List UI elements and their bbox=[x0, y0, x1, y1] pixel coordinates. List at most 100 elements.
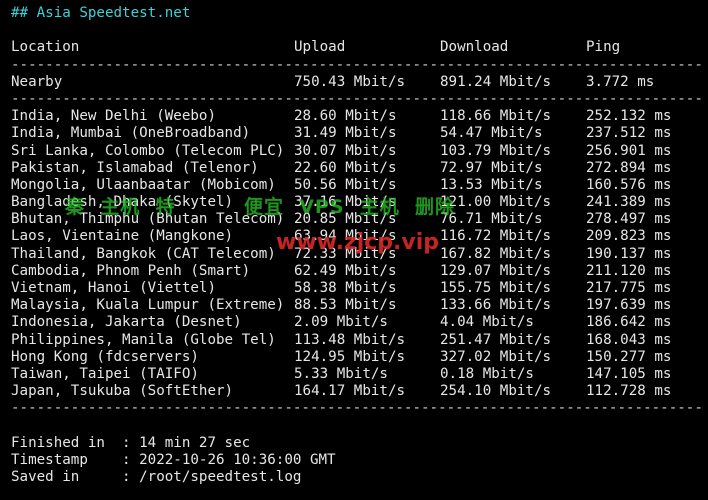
row-ping: 150.277 ms bbox=[586, 348, 672, 365]
row-location: Japan, Tsukuba (SoftEther) bbox=[11, 383, 234, 400]
row-upload: 22.60 Mbit/s bbox=[294, 159, 397, 176]
row-location: Pakistan, Islamabad (Telenor) bbox=[11, 159, 259, 176]
row-upload: 28.60 Mbit/s bbox=[294, 108, 397, 125]
row-location: Bhutan, Thimphu (Bhutan Telecom) bbox=[11, 211, 285, 228]
nearby-row: Nearby 750.43 Mbit/s 891.24 Mbit/s 3.772… bbox=[11, 74, 701, 91]
row-upload: 63.94 Mbit/s bbox=[294, 228, 397, 245]
row-upload: 124.95 Mbit/s bbox=[294, 348, 406, 365]
table-row: Laos, Vientaine (Mangkone) 63.94 Mbit/s 11… bbox=[11, 228, 701, 245]
saved-line: Saved in : /root/speedtest.log bbox=[11, 469, 302, 486]
row-ping: 190.137 ms bbox=[586, 245, 672, 262]
row-upload: 2.09 Mbit/s bbox=[294, 314, 388, 331]
table-row: India, New Delhi (Weebo) 28.60 Mbit/s 118.… bbox=[11, 108, 701, 125]
row-ping: 256.901 ms bbox=[586, 142, 672, 159]
row-ping: 211.120 ms bbox=[586, 262, 672, 279]
row-download: 167.82 Mbit/s bbox=[440, 245, 552, 262]
separator-rule: ----------------------------------------… bbox=[11, 56, 701, 73]
header-download: Download bbox=[440, 39, 509, 56]
table-row: Taiwan, Taipei (TAIFO) 5.33 Mbit/s 0.18 Mb… bbox=[11, 366, 701, 383]
finished-line: Finished in : 14 min 27 sec bbox=[11, 434, 251, 451]
row-location: India, Mumbai (OneBroadband) bbox=[11, 125, 251, 142]
row-ping: 147.105 ms bbox=[586, 365, 672, 382]
row-ping: 112.728 ms bbox=[586, 383, 672, 400]
column-headers: Location Upload Download Ping bbox=[11, 39, 701, 56]
row-location: India, New Delhi (Weebo) bbox=[11, 108, 216, 125]
row-ping: 209.823 ms bbox=[586, 228, 672, 245]
terminal-window: { "title": "## Asia Speedtest.net", "col… bbox=[0, 0, 708, 500]
row-location: Thailand, Bangkok (CAT Telecom) bbox=[11, 245, 276, 262]
row-download: 54.47 Mbit/s bbox=[440, 125, 543, 142]
nearby-ping: 3.772 ms bbox=[586, 73, 655, 90]
table-row: Bhutan, Thimphu (Bhutan Telecom) 20.85 Mb… bbox=[11, 211, 701, 228]
row-download: 72.97 Mbit/s bbox=[440, 159, 543, 176]
row-location: Cambodia, Phnom Penh (Smart) bbox=[11, 262, 251, 279]
row-download: 103.79 Mbit/s bbox=[440, 142, 552, 159]
table-row: Japan, Tsukuba (SoftEther) 164.17 Mbit/s 2… bbox=[11, 383, 701, 400]
row-location: Vietnam, Hanoi (Viettel) bbox=[11, 280, 216, 296]
row-ping: 237.512 ms bbox=[586, 125, 672, 142]
row-download: 133.66 Mbit/s bbox=[440, 297, 552, 314]
row-location: Laos, Vientaine (Mangkone) bbox=[11, 228, 234, 245]
row-upload: 30.07 Mbit/s bbox=[294, 142, 397, 159]
row-location: Bangladesh, Dhaka (Skytel) bbox=[11, 194, 234, 211]
row-download: 121.00 Mbit/s bbox=[440, 194, 552, 211]
row-location: Malaysia, Kuala Lumpur (Extreme) bbox=[11, 297, 285, 314]
row-download: 118.66 Mbit/s bbox=[440, 108, 552, 125]
row-upload: 37.16 Mbit/s bbox=[294, 194, 397, 211]
row-ping: 186.642 ms bbox=[586, 314, 672, 331]
timestamp-line: Timestamp : 2022-10-26 10:36:00 GMT bbox=[11, 451, 336, 468]
row-upload: 88.53 Mbit/s bbox=[294, 297, 397, 314]
row-upload: 20.85 Mbit/s bbox=[294, 211, 397, 228]
table-row: Bangladesh, Dhaka (Skytel) 37.16 Mbit/s 12… bbox=[11, 194, 701, 211]
nearby-download: 891.24 Mbit/s bbox=[440, 73, 552, 90]
table-row: Vietnam, Hanoi (Viettel) 58.38 Mbit/s 155.… bbox=[11, 280, 701, 297]
row-upload: 164.17 Mbit/s bbox=[294, 383, 406, 400]
row-download: 254.10 Mbit/s bbox=[440, 383, 552, 400]
table-row: Sri Lanka, Colombo (Telecom PLC) 30.07 Mb… bbox=[11, 143, 701, 160]
row-location: Mongolia, Ulaanbaatar (Mobicom) bbox=[11, 176, 276, 193]
header-upload: Upload bbox=[294, 39, 346, 56]
row-location: Hong Kong (fdcservers) bbox=[11, 348, 199, 365]
table-row: Malaysia, Kuala Lumpur (Extreme) 88.53 Mb… bbox=[11, 297, 701, 314]
table-row: India, Mumbai (OneBroadband) 31.49 Mbit/s… bbox=[11, 125, 701, 142]
header-location: Location bbox=[11, 39, 80, 56]
table-row: Pakistan, Islamabad (Telenor) 22.60 Mbit/… bbox=[11, 160, 701, 177]
row-download: 0.18 Mbit/s bbox=[440, 365, 534, 382]
row-upload: 62.49 Mbit/s bbox=[294, 262, 397, 279]
row-ping: 217.775 ms bbox=[586, 280, 672, 296]
row-upload: 113.48 Mbit/s bbox=[294, 331, 406, 348]
row-location: Taiwan, Taipei (TAIFO) bbox=[11, 365, 199, 382]
nearby-upload: 750.43 Mbit/s bbox=[294, 73, 406, 90]
row-ping: 278.497 ms bbox=[586, 211, 672, 228]
terminal-output: ## Asia Speedtest.net Location Upload Do… bbox=[11, 5, 701, 486]
row-ping: 160.576 ms bbox=[586, 176, 672, 193]
row-ping: 252.132 ms bbox=[586, 108, 672, 125]
table-row: Mongolia, Ulaanbaatar (Mobicom) 50.56 Mbi… bbox=[11, 177, 701, 194]
row-upload: 50.56 Mbit/s bbox=[294, 176, 397, 193]
table-row: Hong Kong (fdcservers) 124.95 Mbit/s 327.0… bbox=[11, 349, 701, 366]
row-location: Indonesia, Jakarta (Desnet) bbox=[11, 314, 242, 331]
row-download: 13.53 Mbit/s bbox=[440, 176, 543, 193]
row-location: Philippines, Manila (Globe Tel) bbox=[11, 331, 276, 348]
nearby-location: Nearby bbox=[11, 73, 63, 90]
results-table: India, New Delhi (Weebo) 28.60 Mbit/s 118.… bbox=[11, 108, 701, 400]
row-upload: 58.38 Mbit/s bbox=[294, 280, 397, 296]
table-row: Cambodia, Phnom Penh (Smart) 62.49 Mbit/s… bbox=[11, 263, 701, 280]
row-download: 116.72 Mbit/s bbox=[440, 228, 552, 245]
table-row: Indonesia, Jakarta (Desnet) 2.09 Mbit/s 4.… bbox=[11, 314, 701, 331]
header-ping: Ping bbox=[586, 39, 621, 56]
row-download: 4.04 Mbit/s bbox=[440, 314, 534, 331]
row-download: 76.71 Mbit/s bbox=[440, 211, 543, 228]
table-row: Philippines, Manila (Globe Tel) 113.48 Mb… bbox=[11, 332, 701, 349]
row-ping: 197.639 ms bbox=[586, 297, 672, 314]
row-download: 327.02 Mbit/s bbox=[440, 348, 552, 365]
row-upload: 31.49 Mbit/s bbox=[294, 125, 397, 142]
section-title: ## Asia Speedtest.net bbox=[11, 5, 191, 21]
separator-rule: ----------------------------------------… bbox=[11, 400, 701, 417]
row-ping: 272.894 ms bbox=[586, 159, 672, 176]
row-upload: 5.33 Mbit/s bbox=[294, 365, 388, 382]
table-row: Thailand, Bangkok (CAT Telecom) 72.33 Mbi… bbox=[11, 246, 701, 263]
separator-rule: ----------------------------------------… bbox=[11, 90, 701, 107]
